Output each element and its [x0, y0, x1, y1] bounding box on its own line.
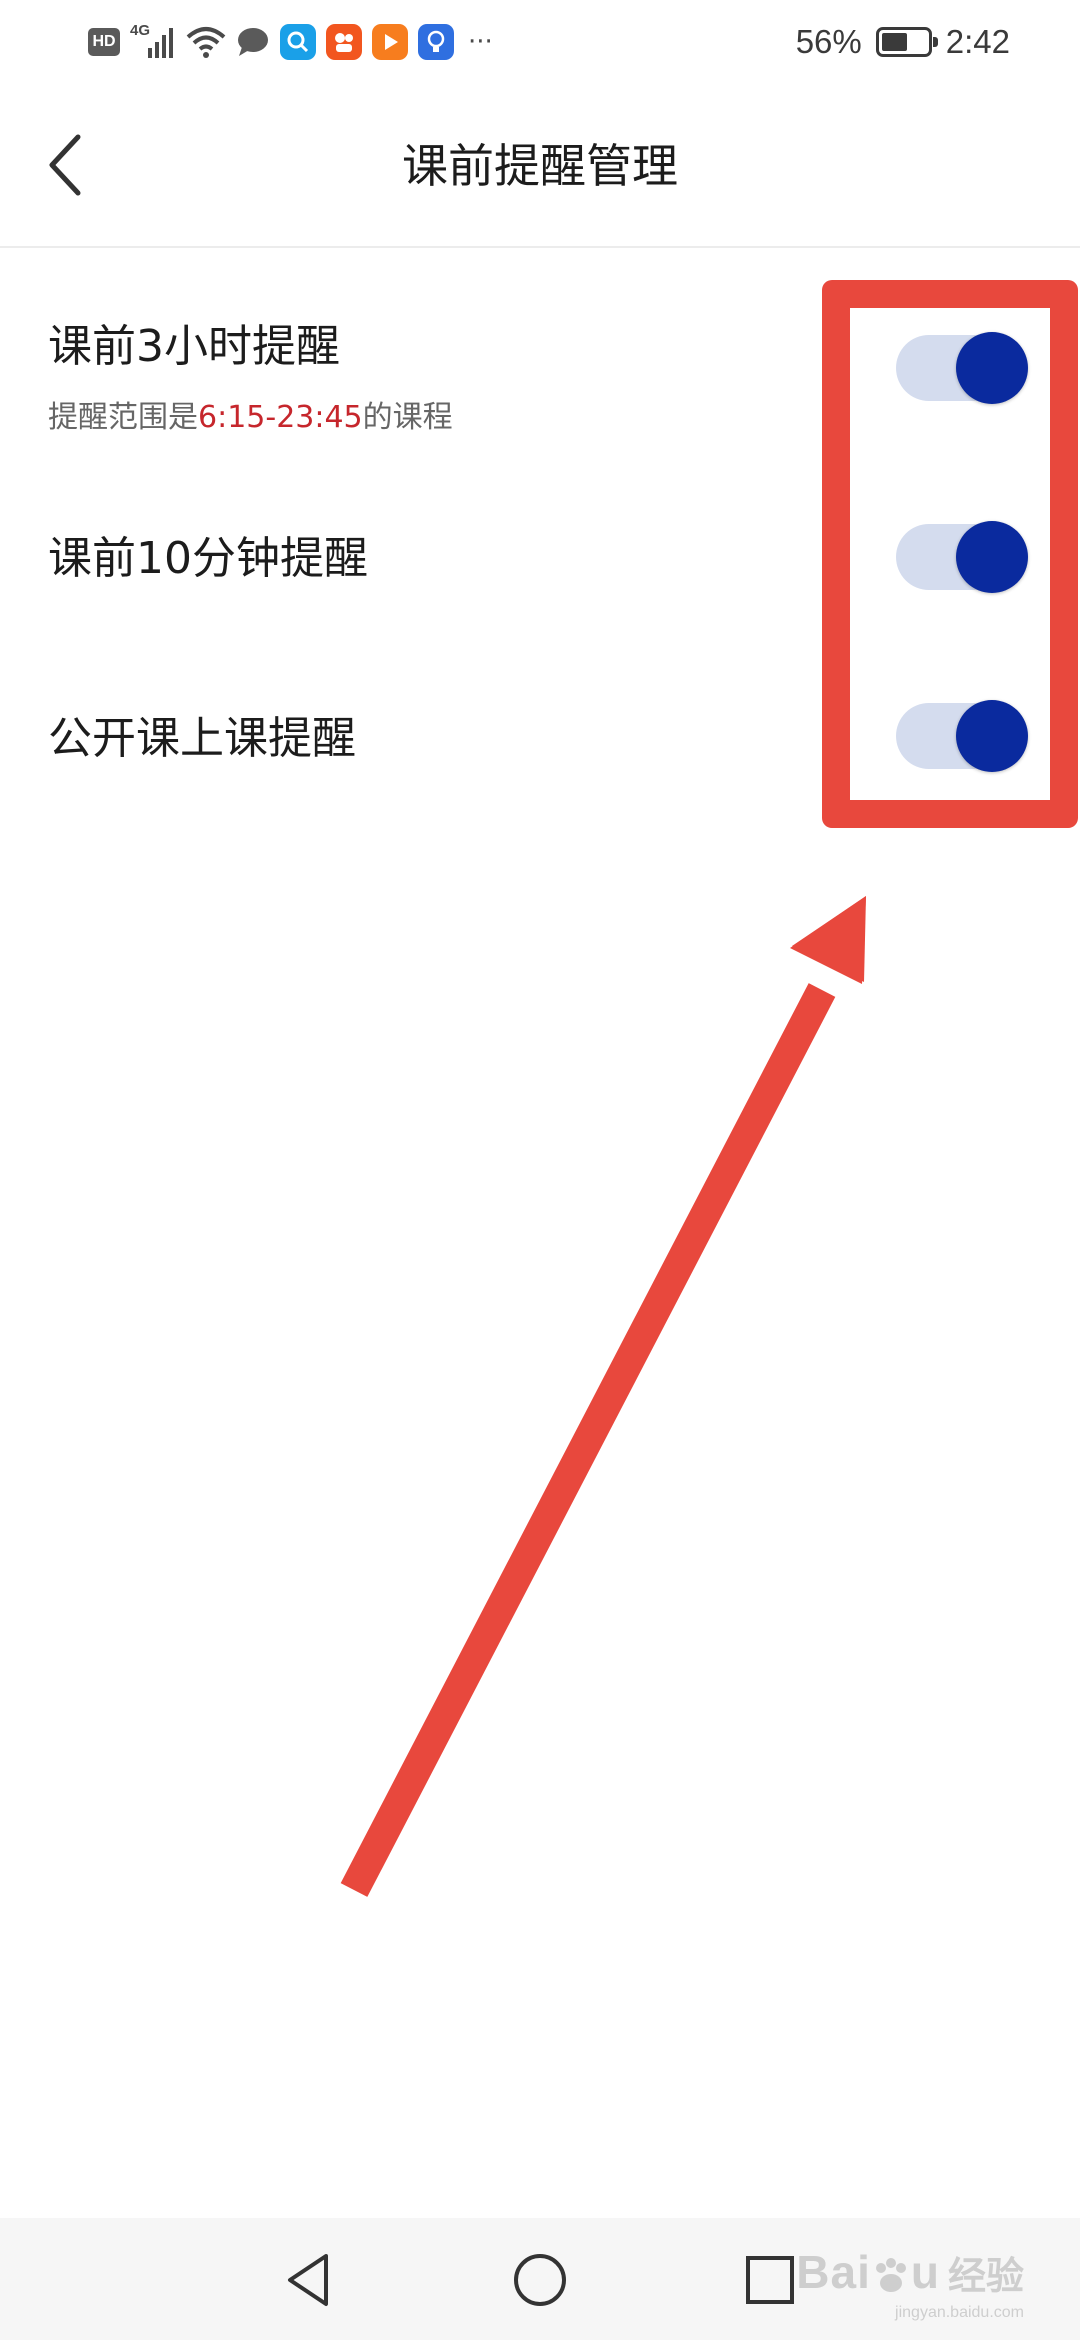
search-app-icon	[280, 24, 316, 60]
baidu-watermark: Bai u 经验 jingyan.baidu.com	[796, 2222, 1024, 2322]
nav-back-button[interactable]	[278, 2248, 342, 2312]
square-recents-icon	[746, 2256, 794, 2304]
setting-label: 课前10分钟提醒	[48, 533, 368, 584]
setting-label: 公开课上课提醒	[48, 713, 356, 764]
description-prefix: 提醒范围是	[48, 400, 198, 435]
nav-home-button[interactable]	[508, 2248, 572, 2312]
watermark-url: jingyan.baidu.com	[895, 2304, 1024, 2321]
watermark-sub: 经验	[947, 2255, 1024, 2298]
status-right: 56% 2:42	[796, 18, 1010, 66]
more-notifications: ···	[468, 27, 493, 57]
wifi-icon	[186, 27, 226, 58]
circle-home-icon	[514, 2254, 566, 2306]
app-header: 课前提醒管理	[0, 84, 1080, 248]
status-icons: HD 4G ···	[88, 20, 493, 64]
orange-app-icon	[326, 24, 362, 60]
chat-bubble-icon	[238, 28, 268, 56]
hd-badge: HD	[88, 28, 120, 56]
lightbulb-app-icon	[418, 24, 454, 60]
battery-percent: 56%	[795, 23, 862, 60]
nav-recents-button[interactable]	[738, 2248, 802, 2312]
time-range: 6:15-23:45	[198, 400, 363, 435]
setting-label: 课前3小时提醒	[48, 321, 340, 372]
paw-icon	[875, 2257, 906, 2292]
status-bar: HD 4G ··· 56% 2:42	[0, 0, 1080, 84]
signal-icon: 4G	[130, 22, 176, 60]
play-app-icon	[372, 24, 408, 60]
clock: 2:42	[945, 23, 1010, 60]
watermark-brand: Bai u	[796, 2246, 940, 2298]
setting-description: 提醒范围是6:15-23:45的课程	[48, 392, 453, 436]
triangle-back-icon	[288, 2254, 328, 2306]
description-suffix: 的课程	[362, 400, 453, 435]
battery-level	[881, 33, 907, 51]
page-title: 课前提醒管理	[402, 139, 678, 193]
annotation-highlight-box	[822, 280, 1078, 828]
battery-icon	[875, 27, 938, 57]
